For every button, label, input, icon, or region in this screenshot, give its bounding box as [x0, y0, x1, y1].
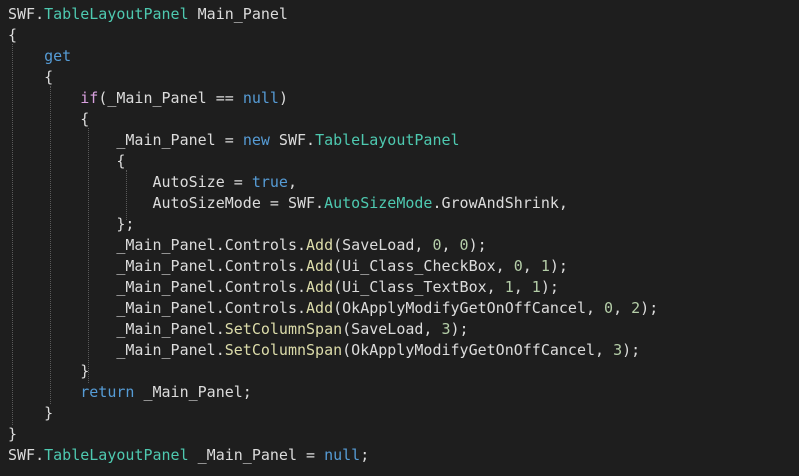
code-token: AutoSizeMode [324, 194, 433, 212]
code-line[interactable]: SWF.TableLayoutPanel Main_Panel [8, 4, 288, 25]
code-token: SWF. [8, 5, 45, 23]
code-token: { [8, 68, 54, 86]
code-token: 3 [441, 320, 451, 338]
code-token: { [8, 110, 90, 128]
code-token: Main_Panel [188, 5, 288, 23]
code-token: (_Main_Panel == [98, 89, 243, 107]
code-token: ); [468, 236, 487, 254]
code-token: _Main_Panel. [8, 320, 225, 338]
code-line[interactable]: _Main_Panel.Controls.Add(Ui_Class_TextBo… [8, 277, 559, 298]
code-token: ; [360, 446, 370, 464]
code-token: _Main_Panel.Controls. [8, 278, 307, 296]
code-line[interactable]: { [8, 109, 89, 130]
code-line[interactable]: }; [8, 214, 134, 235]
code-token: .GrowAndShrink, [432, 194, 568, 212]
code-line[interactable]: _Main_Panel.SetColumnSpan(SaveLoad, 3); [8, 319, 469, 340]
code-token: 1 [540, 257, 550, 275]
code-token: if [80, 89, 99, 107]
code-token: 1 [531, 278, 541, 296]
code-token: (Ui_Class_TextBox, [333, 278, 505, 296]
code-token: return [80, 383, 135, 401]
code-token: (OkApplyModifyGetOnOffCancel, [333, 299, 605, 317]
code-line[interactable]: _Main_Panel.SetColumnSpan(OkApplyModifyG… [8, 340, 640, 361]
code-token: TableLayoutPanel [44, 446, 189, 464]
code-token: { [8, 26, 18, 44]
code-token: 0 [604, 299, 614, 317]
code-line[interactable]: AutoSizeMode = SWF.AutoSizeMode.GrowAndS… [8, 193, 568, 214]
code-token: , [613, 299, 632, 317]
code-token: get [44, 47, 72, 65]
code-token: , [287, 173, 297, 191]
code-token: (SaveLoad, [333, 236, 433, 254]
code-token: Add [306, 278, 334, 296]
code-token: true [251, 173, 288, 191]
code-token: } [8, 404, 54, 422]
code-token: 0 [459, 236, 469, 254]
code-token: , [513, 278, 532, 296]
code-line[interactable]: } [8, 403, 53, 424]
code-token: ); [640, 299, 659, 317]
code-line[interactable]: _Main_Panel.Controls.Add(Ui_Class_CheckB… [8, 256, 568, 277]
code-token: , [522, 257, 541, 275]
code-token: _Main_Panel. [8, 341, 225, 359]
code-line[interactable]: if(_Main_Panel == null) [8, 88, 288, 109]
code-token: SetColumnSpan [224, 320, 343, 338]
code-token: (OkApplyModifyGetOnOffCancel, [342, 341, 614, 359]
code-token: ); [450, 320, 469, 338]
code-token: _Main_Panel = [188, 446, 325, 464]
code-token: { [8, 152, 126, 170]
code-token: } [8, 425, 18, 443]
code-line[interactable]: AutoSize = true, [8, 172, 297, 193]
code-token: _Main_Panel.Controls. [8, 236, 307, 254]
code-token: AutoSizeMode = SWF. [8, 194, 325, 212]
code-line[interactable]: _Main_Panel = new SWF.TableLayoutPanel [8, 130, 460, 151]
code-token: 3 [613, 341, 623, 359]
code-line[interactable]: { [8, 67, 53, 88]
code-token: (SaveLoad, [342, 320, 442, 338]
code-line[interactable]: { [8, 25, 17, 46]
code-line[interactable]: _Main_Panel.Controls.Add(SaveLoad, 0, 0)… [8, 235, 487, 256]
code-token: ) [278, 89, 288, 107]
code-token: new [242, 131, 270, 149]
code-line[interactable]: { [8, 151, 125, 172]
code-token: _Main_Panel.Controls. [8, 299, 307, 317]
code-token: }; [8, 215, 135, 233]
code-token: null [242, 89, 279, 107]
code-token: Add [306, 257, 334, 275]
code-token: SWF. [8, 446, 45, 464]
code-line[interactable]: get [8, 46, 71, 67]
code-token: , [441, 236, 460, 254]
code-line[interactable]: } [8, 424, 17, 445]
code-token: (Ui_Class_CheckBox, [333, 257, 514, 275]
code-token: ); [622, 341, 641, 359]
code-line[interactable]: return _Main_Panel; [8, 382, 252, 403]
code-line[interactable]: } [8, 361, 89, 382]
code-token: AutoSize = [8, 173, 252, 191]
code-token: Add [306, 299, 334, 317]
code-token: ); [540, 278, 559, 296]
code-token: 2 [631, 299, 641, 317]
code-token: } [8, 362, 90, 380]
code-line[interactable]: SWF.TableLayoutPanel _Main_Panel = null; [8, 445, 369, 466]
code-token: ); [549, 257, 568, 275]
code-token: SWF. [269, 131, 316, 149]
code-token: _Main_Panel; [134, 383, 252, 401]
code-line[interactable]: _Main_Panel.Controls.Add(OkApplyModifyGe… [8, 298, 658, 319]
code-token: TableLayoutPanel [44, 5, 189, 23]
code-token: 0 [513, 257, 523, 275]
code-editor[interactable]: SWF.TableLayoutPanel Main_Panel{ get { i… [0, 0, 799, 476]
code-token: Add [306, 236, 334, 254]
code-token: null [324, 446, 361, 464]
code-token: TableLayoutPanel [315, 131, 460, 149]
code-token: SetColumnSpan [224, 341, 343, 359]
code-token: 1 [504, 278, 514, 296]
code-token: _Main_Panel = [8, 131, 243, 149]
code-token: _Main_Panel.Controls. [8, 257, 307, 275]
